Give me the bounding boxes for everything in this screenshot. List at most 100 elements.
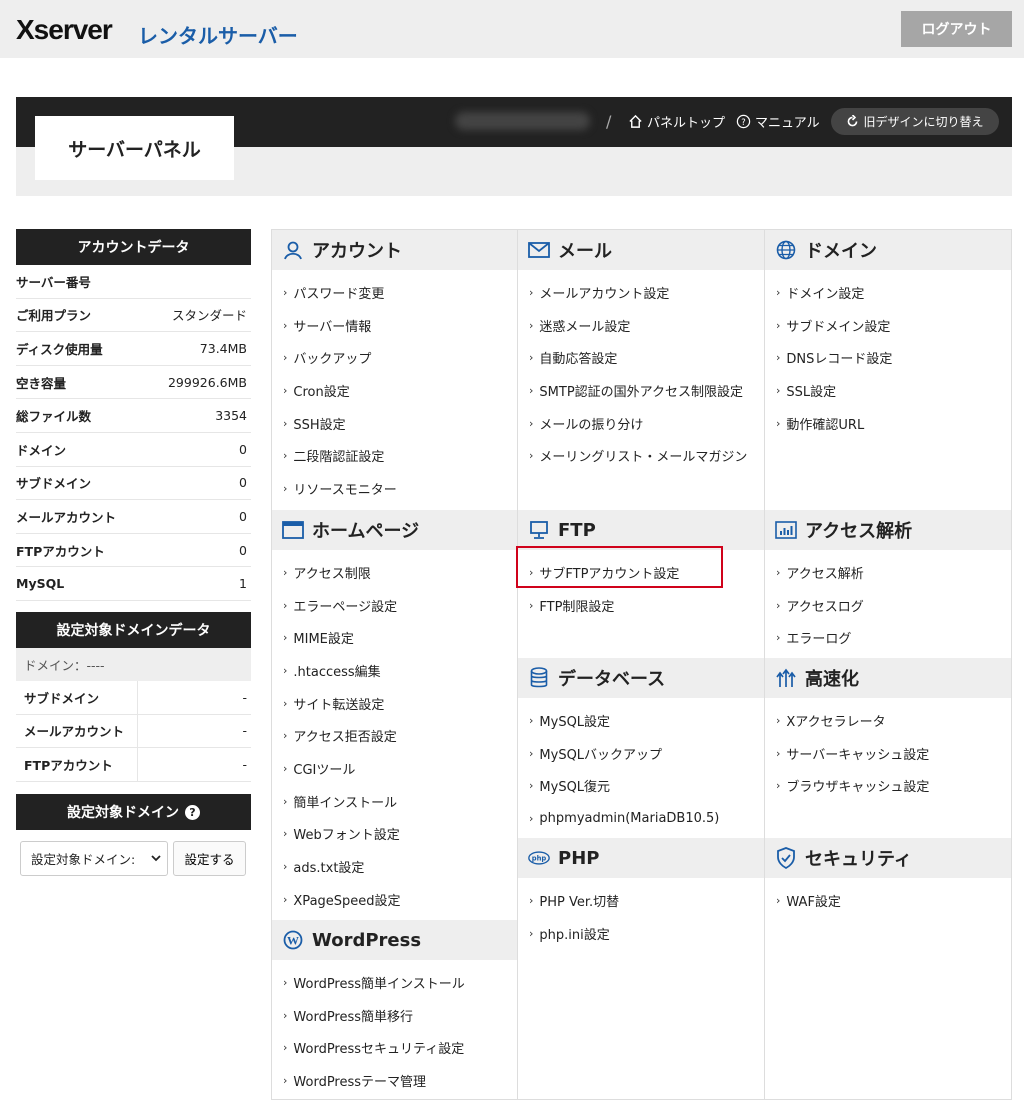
menu-item[interactable]: › サイト転送設定: [272, 687, 517, 720]
menu-item[interactable]: › 動作確認URL: [765, 407, 1011, 440]
menu-item[interactable]: › エラーページ設定: [272, 589, 517, 622]
menu-item[interactable]: › ドメイン設定: [765, 276, 1011, 309]
menu-item[interactable]: › SSL設定: [765, 374, 1011, 407]
chevron-right-icon: ›: [283, 975, 288, 989]
menu-column-3: ドメイン › ドメイン設定 › サブドメイン設定 › DNSレコード設定 › SSL設定 › 動作…: [765, 230, 1011, 1099]
menu-item[interactable]: › SMTP認証の国外アクセス制限設定: [518, 374, 764, 407]
account-data-panel: アカウントデータ サーバー番号 ご利用プラン スタンダード ディスク使用量 73.4MB…: [16, 229, 251, 601]
menu-item[interactable]: › サーバーキャッシュ設定: [765, 737, 1011, 770]
menu-item[interactable]: › MySQLバックアップ: [518, 737, 764, 770]
menu-section-title: セキュリティ: [805, 849, 912, 870]
menu-item[interactable]: › メーリングリスト・メールマガジン: [518, 439, 764, 472]
account-data-row: メールアカウント 0: [16, 500, 251, 534]
chevron-right-icon: ›: [529, 383, 534, 397]
menu-item[interactable]: › php.ini設定: [518, 917, 764, 950]
menu-section-header: 高速化: [765, 658, 1011, 698]
xserver-logo[interactable]: Xserver: [16, 14, 113, 46]
menu-item[interactable]: › Webフォント設定: [272, 818, 517, 851]
logout-button[interactable]: ログアウト: [901, 11, 1012, 47]
menu-section: W WordPress › WordPress簡単インストール › WordPress…: [272, 920, 517, 1100]
menu-item[interactable]: › WordPressセキュリティ設定: [272, 1031, 517, 1064]
menu-grid: アカウント › パスワード変更 › サーバー情報 › バックアップ › Cron設定 › SSH設…: [271, 229, 1012, 1100]
menu-item-label: 簡単インストール: [293, 795, 398, 811]
menu-item[interactable]: › サブドメイン設定: [765, 309, 1011, 342]
menu-item[interactable]: › WordPress簡単移行: [272, 999, 517, 1032]
account-data-label: メールアカウント: [16, 509, 117, 525]
menu-item[interactable]: › FTP制限設定: [518, 589, 764, 622]
manual-link[interactable]: ? マニュアル: [736, 112, 820, 131]
menu-item[interactable]: › CGIツール: [272, 752, 517, 785]
account-data-label: 空き容量: [16, 375, 67, 391]
menu-item[interactable]: › PHP Ver.切替: [518, 884, 764, 917]
chevron-right-icon: ›: [529, 811, 534, 825]
chevron-right-icon: ›: [776, 598, 781, 612]
menu-item[interactable]: › WAF設定: [765, 884, 1011, 917]
menu-item[interactable]: › WordPress簡単インストール: [272, 966, 517, 999]
menu-item-label: SSH設定: [293, 417, 346, 433]
menu-item[interactable]: › リソースモニター: [272, 472, 517, 505]
chevron-right-icon: ›: [283, 383, 288, 397]
menu-item[interactable]: › アクセス拒否設定: [272, 719, 517, 752]
account-data-row: サーバー番号: [16, 265, 251, 299]
chevron-down-icon: [151, 855, 161, 862]
menu-item[interactable]: › XPageSpeed設定: [272, 883, 517, 916]
account-data-value: スタンダード: [171, 308, 247, 324]
menu-item-label: Xアクセラレータ: [786, 714, 886, 730]
chevron-right-icon: ›: [283, 285, 288, 299]
menu-item[interactable]: › パスワード変更: [272, 276, 517, 309]
menu-item[interactable]: › 迷惑メール設定: [518, 309, 764, 342]
account-data-label: ドメイン: [16, 442, 67, 458]
menu-item-label: エラーログ: [786, 632, 852, 648]
menu-item[interactable]: › バックアップ: [272, 341, 517, 374]
menu-item[interactable]: › WordPressテーマ管理: [272, 1064, 517, 1097]
menu-item[interactable]: › Cron設定: [272, 374, 517, 407]
account-data-value: 73.4MB: [199, 340, 247, 356]
menu-item-label: WordPress簡単インストール: [293, 976, 465, 992]
menu-item-label: php.ini設定: [539, 927, 610, 943]
menu-section: メール › メールアカウント設定 › 迷惑メール設定 › 自動応答設定 › SMTP認証の国外…: [518, 230, 764, 510]
set-domain-button[interactable]: 設定する: [173, 841, 246, 876]
logo-subtitle[interactable]: レンタルサーバー: [138, 20, 298, 49]
chevron-right-icon: ›: [283, 1073, 288, 1087]
menu-item[interactable]: › 二段階認証設定: [272, 439, 517, 472]
menu-item[interactable]: › 簡単インストール: [272, 785, 517, 818]
menu-item[interactable]: › メールアカウント設定: [518, 276, 764, 309]
domain-data-panel: 設定対象ドメインデータ ドメイン：---- サブドメイン - メールアカウント - FT…: [16, 612, 251, 782]
menu-item[interactable]: › サーバー情報: [272, 309, 517, 342]
menu-item[interactable]: › MIME設定: [272, 621, 517, 654]
chevron-right-icon: ›: [776, 779, 781, 793]
menu-item-label: MySQL設定: [539, 714, 611, 730]
menu-item[interactable]: › ads.txt設定: [272, 850, 517, 883]
menu-item[interactable]: › MySQL復元: [518, 769, 764, 802]
menu-item[interactable]: › アクセスログ: [765, 589, 1011, 622]
menu-item-label: サイト転送設定: [293, 697, 385, 713]
menu-item[interactable]: › エラーログ: [765, 621, 1011, 654]
menu-item[interactable]: › Xアクセラレータ: [765, 704, 1011, 737]
old-design-button[interactable]: 旧デザインに切り替え: [831, 108, 999, 135]
help-icon[interactable]: ?: [185, 804, 200, 820]
menu-item[interactable]: › SSH設定: [272, 407, 517, 440]
panel-top-link[interactable]: パネルトップ: [628, 112, 725, 131]
menu-item[interactable]: › .htaccess編集: [272, 654, 517, 687]
menu-item-label: メーリングリスト・メールマガジン: [539, 450, 748, 466]
target-domain-select[interactable]: 設定対象ドメイン:: [20, 841, 168, 876]
envelope-icon: [528, 239, 550, 261]
menu-item-label: ads.txt設定: [293, 861, 365, 877]
account-data-row: ドメイン 0: [16, 433, 251, 467]
menu-item[interactable]: › 自動応答設定: [518, 341, 764, 374]
chevron-right-icon: ›: [776, 285, 781, 299]
menu-section-title: アカウント: [312, 241, 402, 262]
account-data-row: サブドメイン 0: [16, 467, 251, 501]
menu-section-header: W WordPress: [272, 920, 517, 960]
menu-item-label: .htaccess編集: [293, 664, 381, 680]
menu-item[interactable]: › ブラウザキャッシュ設定: [765, 769, 1011, 802]
menu-item[interactable]: › phpmyadmin(MariaDB10.5): [518, 802, 764, 835]
menu-item-label: WordPressテーマ管理: [293, 1074, 427, 1090]
menu-item[interactable]: › DNSレコード設定: [765, 341, 1011, 374]
account-data-row: ご利用プラン スタンダード: [16, 299, 251, 333]
menu-section-body: › アクセス解析 › アクセスログ › エラーログ: [765, 550, 1011, 654]
menu-item[interactable]: › MySQL設定: [518, 704, 764, 737]
menu-item[interactable]: › アクセス解析: [765, 556, 1011, 589]
menu-item[interactable]: › メールの振り分け: [518, 407, 764, 440]
menu-item[interactable]: › アクセス制限: [272, 556, 517, 589]
